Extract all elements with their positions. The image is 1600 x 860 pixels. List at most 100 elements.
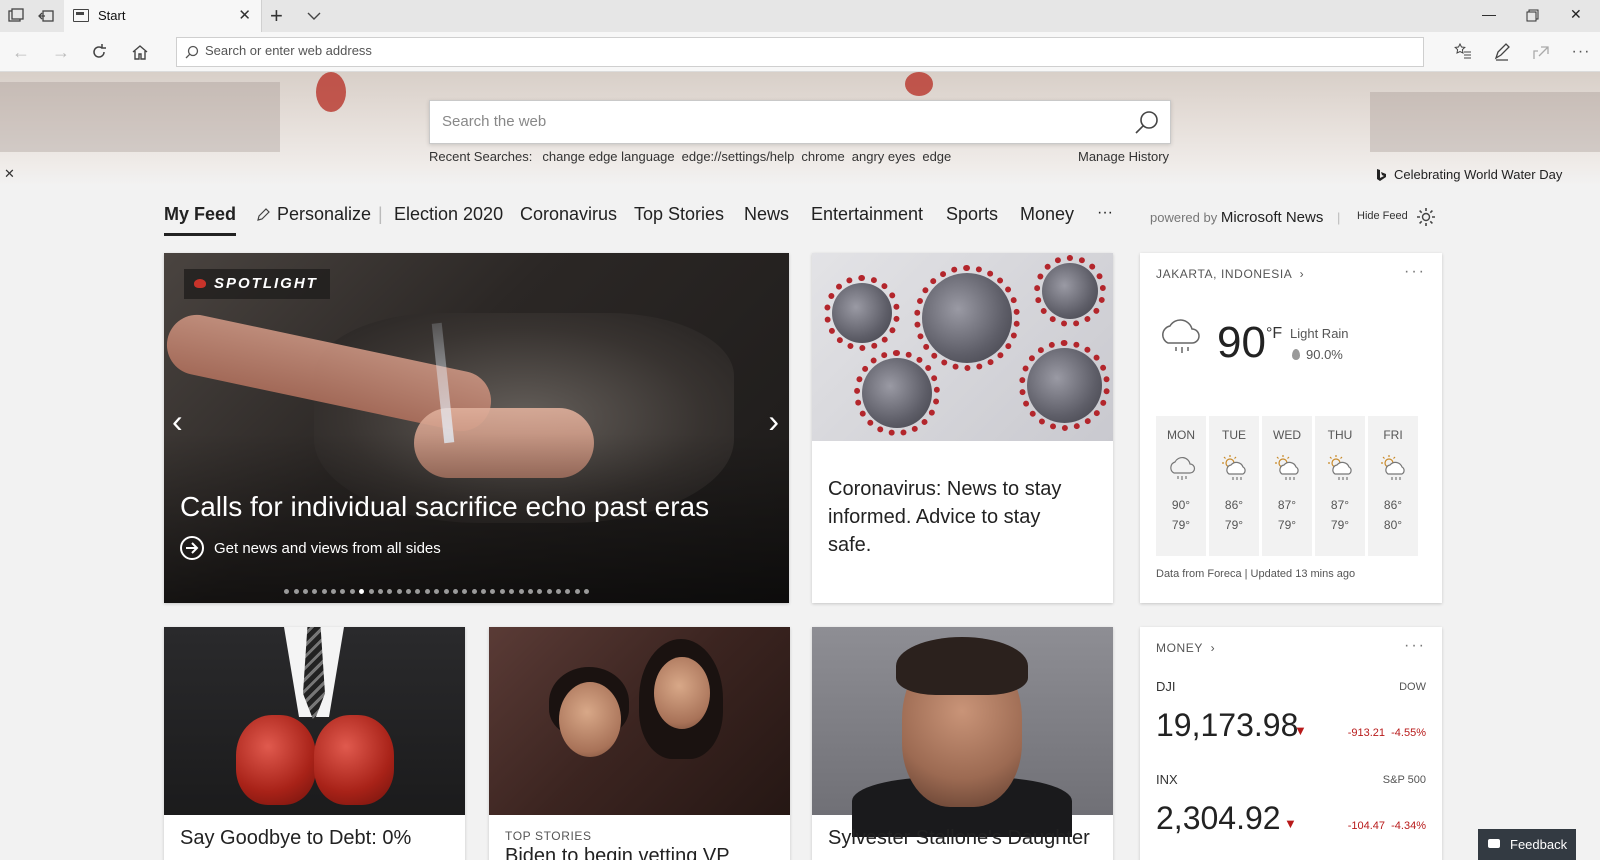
carousel-dot[interactable] xyxy=(546,589,552,594)
feed-tab-news[interactable]: News xyxy=(744,204,789,225)
card-headline[interactable]: Biden to begin vetting VP xyxy=(505,842,730,860)
close-tab-icon[interactable]: ✕ xyxy=(238,6,251,24)
forecast-day[interactable]: MON 90° 79° xyxy=(1156,416,1206,556)
forecast-day[interactable]: FRI 86° 80° xyxy=(1368,416,1418,556)
address-bar[interactable] xyxy=(176,37,1424,67)
forecast-low: 79° xyxy=(1171,518,1191,532)
carousel-prev-icon[interactable]: ‹ xyxy=(172,403,183,440)
feed-tab-sports[interactable]: Sports xyxy=(946,204,998,225)
feed-tab-election[interactable]: Election 2020 xyxy=(394,204,503,225)
carousel-dot[interactable] xyxy=(527,589,533,594)
forecast-day[interactable]: WED 87° 79° xyxy=(1262,416,1312,556)
carousel-dot[interactable] xyxy=(452,589,458,594)
stock-symbol[interactable]: INX xyxy=(1156,772,1178,787)
tab-title: Start xyxy=(98,8,126,23)
card-headline[interactable]: Coronavirus: News to stay informed. Advi… xyxy=(828,475,1078,559)
home-icon[interactable] xyxy=(131,43,149,61)
money-card[interactable]: MONEY › ··· DJI DOW 19,173.98 ▼ -913.21 -4.5… xyxy=(1140,627,1442,860)
down-arrow-icon: ▼ xyxy=(1294,723,1307,738)
carousel-dot[interactable] xyxy=(368,589,374,594)
recent-search-item[interactable]: edge xyxy=(922,149,951,164)
feed-tab-my-feed[interactable]: My Feed xyxy=(164,204,236,225)
web-search-box[interactable] xyxy=(429,100,1171,144)
feed-tab-top-stories[interactable]: Top Stories xyxy=(634,204,724,225)
recent-search-item[interactable]: angry eyes xyxy=(852,149,916,164)
forecast-low: 80° xyxy=(1383,518,1403,532)
favorites-icon[interactable] xyxy=(1454,43,1472,61)
carousel-dot[interactable] xyxy=(518,589,524,594)
tab-start[interactable]: Start ✕ xyxy=(64,0,262,32)
weather-location: JAKARTA, INDONESIA xyxy=(1156,267,1292,281)
feed-tab-money[interactable]: Money xyxy=(1020,204,1074,225)
carousel-dot[interactable] xyxy=(293,589,299,594)
forecast-day[interactable]: THU 87° 79° xyxy=(1315,416,1365,556)
gear-icon[interactable] xyxy=(1415,206,1437,228)
search-icon xyxy=(185,45,199,59)
feedback-button[interactable]: Feedback xyxy=(1478,829,1576,860)
carousel-dot[interactable] xyxy=(396,589,402,594)
weather-card[interactable]: JAKARTA, INDONESIA › ··· 90 °F Light Rai… xyxy=(1140,253,1442,603)
carousel-dot[interactable] xyxy=(574,589,580,594)
forecast-day[interactable]: TUE 86° 79° xyxy=(1209,416,1259,556)
card-headline[interactable]: Sylvester Stallone's Daughter xyxy=(828,824,1090,852)
manage-history-link[interactable]: Manage History xyxy=(1078,149,1169,164)
spotlight-subtitle-link[interactable]: Get news and views from all sides xyxy=(214,540,441,557)
carousel-dot[interactable] xyxy=(302,589,308,594)
carousel-dot[interactable] xyxy=(499,589,505,594)
stallone-image xyxy=(812,627,1113,837)
forecast-day-label: THU xyxy=(1327,428,1353,442)
carousel-dot[interactable] xyxy=(443,589,449,594)
virus-shape xyxy=(824,275,900,351)
restore-button[interactable] xyxy=(1526,9,1539,22)
minimize-button[interactable]: — xyxy=(1482,6,1496,22)
card-headline[interactable]: Say Goodbye to Debt: 0% xyxy=(180,824,411,852)
new-tab-button[interactable]: + xyxy=(270,3,283,29)
news-card-debt[interactable]: Say Goodbye to Debt: 0% xyxy=(164,627,465,860)
search-icon[interactable] xyxy=(1134,110,1160,136)
humidity-icon xyxy=(1292,349,1300,360)
forecast-day-label: WED xyxy=(1273,428,1301,442)
tabs-aside-icon[interactable] xyxy=(38,8,54,24)
recent-searches-label: Recent Searches: xyxy=(429,149,533,164)
stock-symbol[interactable]: DJI xyxy=(1156,679,1176,694)
news-card-stallone[interactable]: Sylvester Stallone's Daughter xyxy=(812,627,1113,860)
forward-button[interactable]: → xyxy=(50,41,72,63)
more-options-icon[interactable]: ··· xyxy=(1404,637,1426,655)
hide-feed-button[interactable]: Hide Feed xyxy=(1357,210,1408,222)
pen-icon[interactable] xyxy=(1493,43,1511,61)
web-search-input[interactable] xyxy=(442,113,1102,130)
weather-location-link[interactable]: JAKARTA, INDONESIA › xyxy=(1156,267,1304,281)
carousel-dot[interactable] xyxy=(349,589,355,594)
back-button[interactable]: ← xyxy=(10,41,32,63)
feed-more-button[interactable]: ··· xyxy=(1097,204,1113,222)
spotlight-carousel[interactable]: SPOTLIGHT ‹ › Calls for individual sacri… xyxy=(164,253,789,603)
recent-search-item[interactable]: chrome xyxy=(801,149,844,164)
carousel-dot[interactable] xyxy=(424,589,430,594)
feed-tab-entertainment[interactable]: Entertainment xyxy=(811,204,923,225)
stock-change: -913.21 -4.55% xyxy=(1347,727,1426,739)
forecast-high: 86° xyxy=(1383,498,1403,512)
more-options-icon[interactable]: ··· xyxy=(1404,263,1426,281)
refresh-icon[interactable] xyxy=(90,43,108,61)
news-card-politics[interactable]: TOP STORIES Biden to begin vetting VP xyxy=(489,627,790,860)
money-header-link[interactable]: MONEY › xyxy=(1156,641,1215,655)
forecast-day-label: MON xyxy=(1167,428,1195,442)
tab-actions-icon[interactable] xyxy=(8,8,24,24)
recent-search-item[interactable]: edge://settings/help xyxy=(682,149,795,164)
close-icon[interactable]: ✕ xyxy=(4,166,15,182)
recent-search-item[interactable]: change edge language xyxy=(542,149,674,164)
address-input[interactable] xyxy=(205,43,1405,58)
hero-caption-link[interactable]: Celebrating World Water Day xyxy=(1394,167,1562,182)
spotlight-headline[interactable]: Calls for individual sacrifice echo past… xyxy=(180,491,709,523)
chevron-down-icon[interactable] xyxy=(306,8,322,24)
feed-tab-coronavirus[interactable]: Coronavirus xyxy=(520,204,617,225)
carousel-dot[interactable] xyxy=(377,589,383,594)
carousel-next-icon[interactable]: › xyxy=(768,403,779,440)
feed-tab-personalize[interactable]: Personalize xyxy=(277,204,371,225)
carousel-dot[interactable] xyxy=(471,589,477,594)
share-icon[interactable] xyxy=(1532,43,1550,61)
news-card-coronavirus[interactable]: Coronavirus: News to stay informed. Advi… xyxy=(812,253,1113,603)
carousel-dot[interactable] xyxy=(321,589,327,594)
close-window-button[interactable]: ✕ xyxy=(1570,6,1582,23)
more-menu-icon[interactable]: ··· xyxy=(1570,41,1592,63)
